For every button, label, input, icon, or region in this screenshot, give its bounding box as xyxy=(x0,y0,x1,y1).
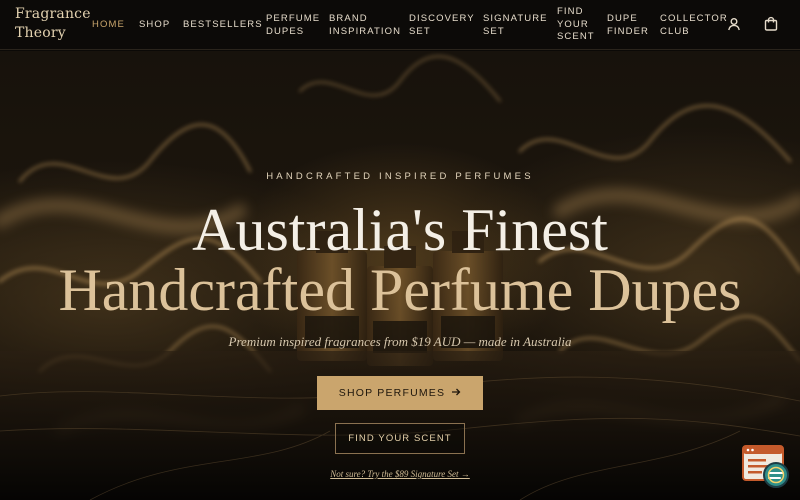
find-your-scent-label: FIND YOUR SCENT xyxy=(348,433,452,444)
hero-headline-line-2: Handcrafted Perfume Dupes xyxy=(58,257,742,323)
nav-link-label: DISCOVERY xyxy=(409,13,475,24)
nav-link-brand-inspiration[interactable]: BRAND INSPIRATION xyxy=(329,13,401,38)
nav-link-collector-club[interactable]: COLLECTOR CLUB xyxy=(660,13,728,38)
nav-link-label: HOME xyxy=(92,19,125,30)
nav-link-perfume-dupes[interactable]: PERFUME DUPES xyxy=(266,13,320,38)
nav-link-label: SET xyxy=(483,25,505,37)
nav-link-label: SIGNATURE xyxy=(483,13,548,24)
user-icon[interactable] xyxy=(726,16,742,32)
brand-logo-line-1: Fragrance xyxy=(15,6,91,22)
nav-link-label: DUPES xyxy=(266,25,305,37)
shop-perfumes-label: SHOP PERFUMES xyxy=(338,387,446,399)
brand-logo-line-2: Theory xyxy=(15,25,66,41)
nav-link-label: SET xyxy=(409,25,431,37)
nav-link-shop[interactable]: SHOP xyxy=(139,19,170,32)
nav-link-bestsellers[interactable]: BESTSELLERS xyxy=(183,19,263,32)
nav-link-label: FINDER xyxy=(607,25,649,37)
nav-link-find-your-scent[interactable]: FIND YOUR SCENT xyxy=(557,6,595,44)
nav-link-label: SHOP xyxy=(139,19,171,30)
nav-link-label: COLLECTOR xyxy=(660,13,728,24)
arrow-right-icon xyxy=(451,387,461,400)
shopping-bag-icon[interactable] xyxy=(763,16,779,32)
nav-link-label: CLUB xyxy=(660,25,690,37)
nav-link-home[interactable]: HOME xyxy=(92,19,125,32)
nav-link-label: DUPE xyxy=(607,13,638,24)
nav-link-label: PERFUME xyxy=(266,13,321,24)
shop-perfumes-button[interactable]: SHOP PERFUMES xyxy=(317,376,483,410)
site-header: Fragrance Theory HOME SHOP BESTSELLERS P… xyxy=(0,0,800,50)
nav-link-label: SCENT xyxy=(557,31,595,42)
nav-link-label: BRAND xyxy=(329,13,368,24)
nav-link-signature-set[interactable]: SIGNATURE SET xyxy=(483,13,548,38)
hero-subline: Premium inspired fragrances from $19 AUD… xyxy=(228,334,572,349)
find-your-scent-button[interactable]: FIND YOUR SCENT xyxy=(335,423,465,454)
signature-set-link[interactable]: Not sure? Try the $89 Signature Set → xyxy=(0,469,800,479)
hero-eyebrow: HANDCRAFTED INSPIRED PERFUMES xyxy=(266,171,534,182)
chat-support-icon[interactable] xyxy=(742,445,790,489)
hero-section: HANDCRAFTED INSPIRED PERFUMES Australia'… xyxy=(0,51,800,500)
nav-link-dupe-finder[interactable]: DUPE FINDER xyxy=(607,13,649,38)
nav-link-label: FIND xyxy=(557,6,584,17)
nav-link-label: BESTSELLERS xyxy=(183,19,263,30)
nav-link-label: YOUR xyxy=(557,18,589,30)
nav-link-label: INSPIRATION xyxy=(329,25,402,37)
nav-link-discovery-set[interactable]: DISCOVERY SET xyxy=(409,13,475,38)
brand-logo[interactable]: Fragrance Theory xyxy=(15,5,91,43)
hero-headline-line-1: Australia's Finest xyxy=(192,197,608,263)
